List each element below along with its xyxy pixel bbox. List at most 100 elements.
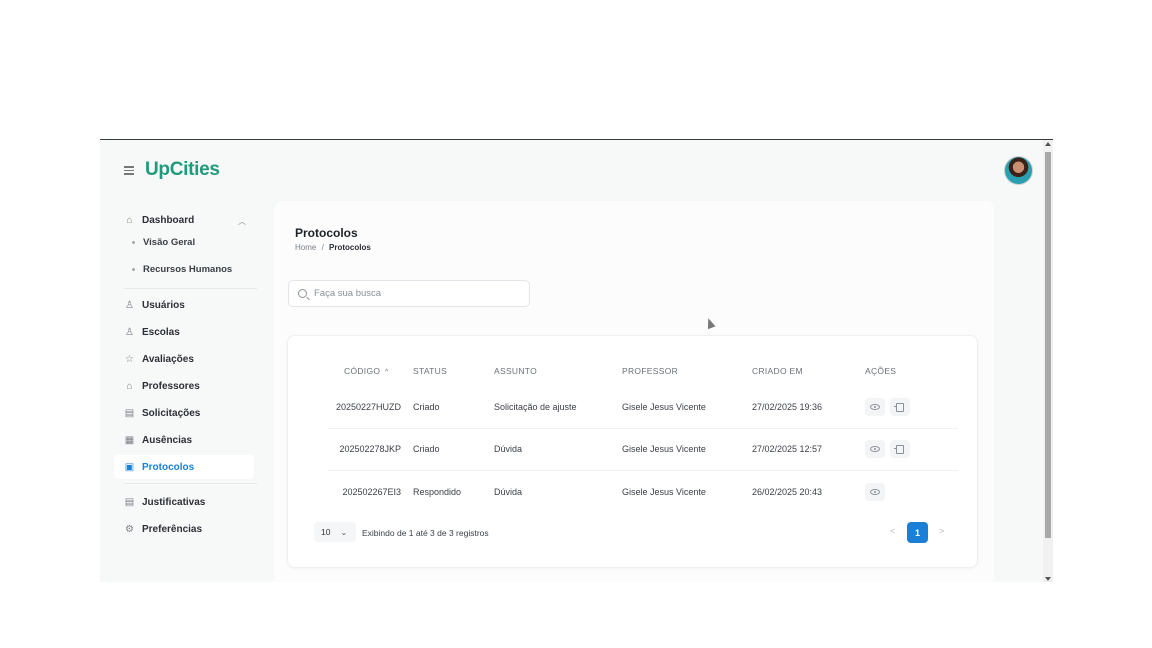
- scroll-up-arrow-icon[interactable]: [1045, 142, 1051, 146]
- cell-assunto: Dúvida: [494, 487, 523, 497]
- sidebar-item-protocolos[interactable]: ▣ Protocolos: [114, 455, 254, 479]
- sidebar-item-solicitacoes[interactable]: ▤ Solicitações: [114, 401, 254, 425]
- graduation-cap-icon: ⌂: [126, 380, 133, 392]
- eye-icon: [870, 446, 880, 452]
- sidebar-subitem-visao-geral[interactable]: Visão Geral: [132, 237, 195, 248]
- sidebar-item-label: Usuários: [142, 299, 185, 311]
- cell-status: Respondido: [413, 487, 462, 497]
- app-window: UpCities ⌂ Dashboard ︿ Visão Geral Recur…: [100, 139, 1053, 582]
- breadcrumb-separator: /: [321, 243, 324, 252]
- cell-assunto: Solicitação de ajuste: [494, 402, 577, 412]
- sidebar-item-avaliacoes[interactable]: ☆ Avaliações: [114, 347, 254, 371]
- sidebar-item-label: Avaliações: [142, 353, 194, 365]
- star-icon: ☆: [125, 353, 134, 365]
- cell-assunto: Dúvida: [494, 444, 523, 454]
- column-header-assunto[interactable]: ASSUNTO: [494, 366, 537, 376]
- cell-criado-em: 27/02/2025 19:36: [752, 402, 823, 412]
- pagination-info: Exibindo de 1 até 3 de 3 registros: [362, 528, 489, 538]
- sidebar-item-escolas[interactable]: ♙ Escolas: [114, 320, 254, 344]
- view-button[interactable]: [865, 483, 885, 501]
- breadcrumb-home[interactable]: Home: [295, 243, 316, 252]
- sidebar-divider: [124, 288, 257, 289]
- sidebar-item-label: Protocolos: [142, 461, 195, 473]
- cell-codigo: 20250227HUZD: [335, 402, 401, 412]
- search-box[interactable]: [288, 280, 530, 307]
- view-button[interactable]: [865, 440, 885, 458]
- cell-codigo: 202502278JKP: [339, 444, 401, 454]
- view-button[interactable]: [865, 398, 885, 416]
- previous-page-button[interactable]: <: [890, 526, 895, 536]
- column-header-professor[interactable]: PROFESSOR: [622, 366, 678, 376]
- page-size-select[interactable]: 10 ⌄: [314, 522, 356, 542]
- breadcrumb: Home / Protocolos: [295, 243, 371, 252]
- sidebar-divider: [124, 483, 257, 484]
- app-logo[interactable]: UpCities: [145, 159, 220, 181]
- menu-icon[interactable]: [124, 166, 134, 176]
- sidebar-item-label: Professores: [142, 380, 200, 392]
- respond-button[interactable]: [890, 440, 910, 458]
- column-header-status[interactable]: STATUS: [413, 366, 447, 376]
- reply-document-icon: [894, 444, 904, 454]
- sidebar-item-dashboard[interactable]: ⌂ Dashboard ︿: [114, 208, 254, 232]
- bullet-icon: [132, 268, 135, 271]
- user-avatar[interactable]: [1004, 156, 1033, 185]
- sidebar-item-justificativas[interactable]: ▤ Justificativas: [114, 490, 254, 514]
- sidebar-item-label: Dashboard: [142, 214, 195, 226]
- sidebar-item-label: Justificativas: [142, 496, 206, 508]
- cell-codigo: 202502267EI3: [342, 487, 401, 497]
- column-header-criado-em[interactable]: CRIADO EM: [752, 366, 803, 376]
- table-row: 20250227HUZD Criado Solicitação de ajust…: [288, 387, 979, 427]
- sidebar-subitem-recursos-humanos[interactable]: Recursos Humanos: [132, 264, 232, 275]
- sidebar-item-preferencias[interactable]: ⚙ Preferências: [114, 517, 254, 541]
- chevron-down-icon: ⌄: [340, 527, 348, 537]
- column-header-codigo[interactable]: CÓDIGO ^: [344, 366, 389, 376]
- eye-icon: [870, 404, 880, 410]
- cell-professor: Gisele Jesus Vicente: [622, 487, 706, 497]
- page-size-value: 10: [321, 527, 331, 537]
- chevron-up-icon: ︿: [238, 217, 246, 226]
- protocol-icon: ▣: [124, 461, 135, 473]
- sidebar-item-usuarios[interactable]: ♙ Usuários: [114, 293, 254, 317]
- sidebar-item-label: Escolas: [142, 326, 180, 338]
- cell-criado-em: 26/02/2025 20:43: [752, 487, 823, 497]
- sidebar-subitem-label: Recursos Humanos: [143, 264, 233, 275]
- next-page-button[interactable]: >: [939, 526, 944, 536]
- document-icon: ▤: [124, 496, 135, 508]
- search-icon: [298, 289, 307, 298]
- sidebar-subitem-label: Visão Geral: [143, 237, 196, 248]
- cell-status: Criado: [413, 402, 440, 412]
- bullet-icon: [132, 241, 135, 244]
- calendar-icon: ▦: [124, 434, 135, 446]
- page-1-button[interactable]: 1: [907, 522, 928, 543]
- user-icon: ♙: [125, 326, 134, 338]
- user-icon: ♙: [125, 299, 134, 311]
- sidebar-item-label: Preferências: [142, 523, 203, 535]
- sidebar-item-label: Solicitações: [142, 407, 201, 419]
- sidebar-item-label: Ausências: [142, 434, 193, 446]
- protocols-table: CÓDIGO ^ STATUS ASSUNTO PROFESSOR CRIADO…: [287, 335, 978, 568]
- table-row: 202502278JKP Criado Dúvida Gisele Jesus …: [288, 429, 979, 469]
- scrollbar-thumb[interactable]: [1045, 152, 1051, 538]
- vertical-scrollbar[interactable]: [1043, 140, 1053, 582]
- cell-criado-em: 27/02/2025 12:57: [752, 444, 823, 454]
- cell-professor: Gisele Jesus Vicente: [622, 402, 706, 412]
- home-icon: ⌂: [126, 214, 133, 226]
- gear-icon: ⚙: [125, 523, 134, 535]
- table-row: 202502267EI3 Respondido Dúvida Gisele Je…: [288, 472, 979, 512]
- cell-status: Criado: [413, 444, 440, 454]
- reply-document-icon: [894, 402, 904, 412]
- eye-icon: [870, 489, 880, 495]
- respond-button[interactable]: [890, 398, 910, 416]
- column-header-label: CÓDIGO: [344, 366, 381, 376]
- sidebar-item-professores[interactable]: ⌂ Professores: [114, 374, 254, 398]
- scroll-down-arrow-icon[interactable]: [1045, 577, 1051, 581]
- row-divider: [328, 470, 958, 471]
- column-header-acoes: AÇÕES: [865, 366, 897, 376]
- breadcrumb-current: Protocolos: [329, 243, 371, 252]
- main-content: Protocolos Home / Protocolos CÓDIGO ^ ST…: [274, 201, 994, 582]
- document-icon: ▤: [124, 407, 135, 419]
- page-title: Protocolos: [295, 226, 358, 240]
- sort-ascending-icon: ^: [384, 369, 389, 376]
- search-input[interactable]: [314, 288, 514, 299]
- sidebar-item-ausencias[interactable]: ▦ Ausências: [114, 428, 254, 452]
